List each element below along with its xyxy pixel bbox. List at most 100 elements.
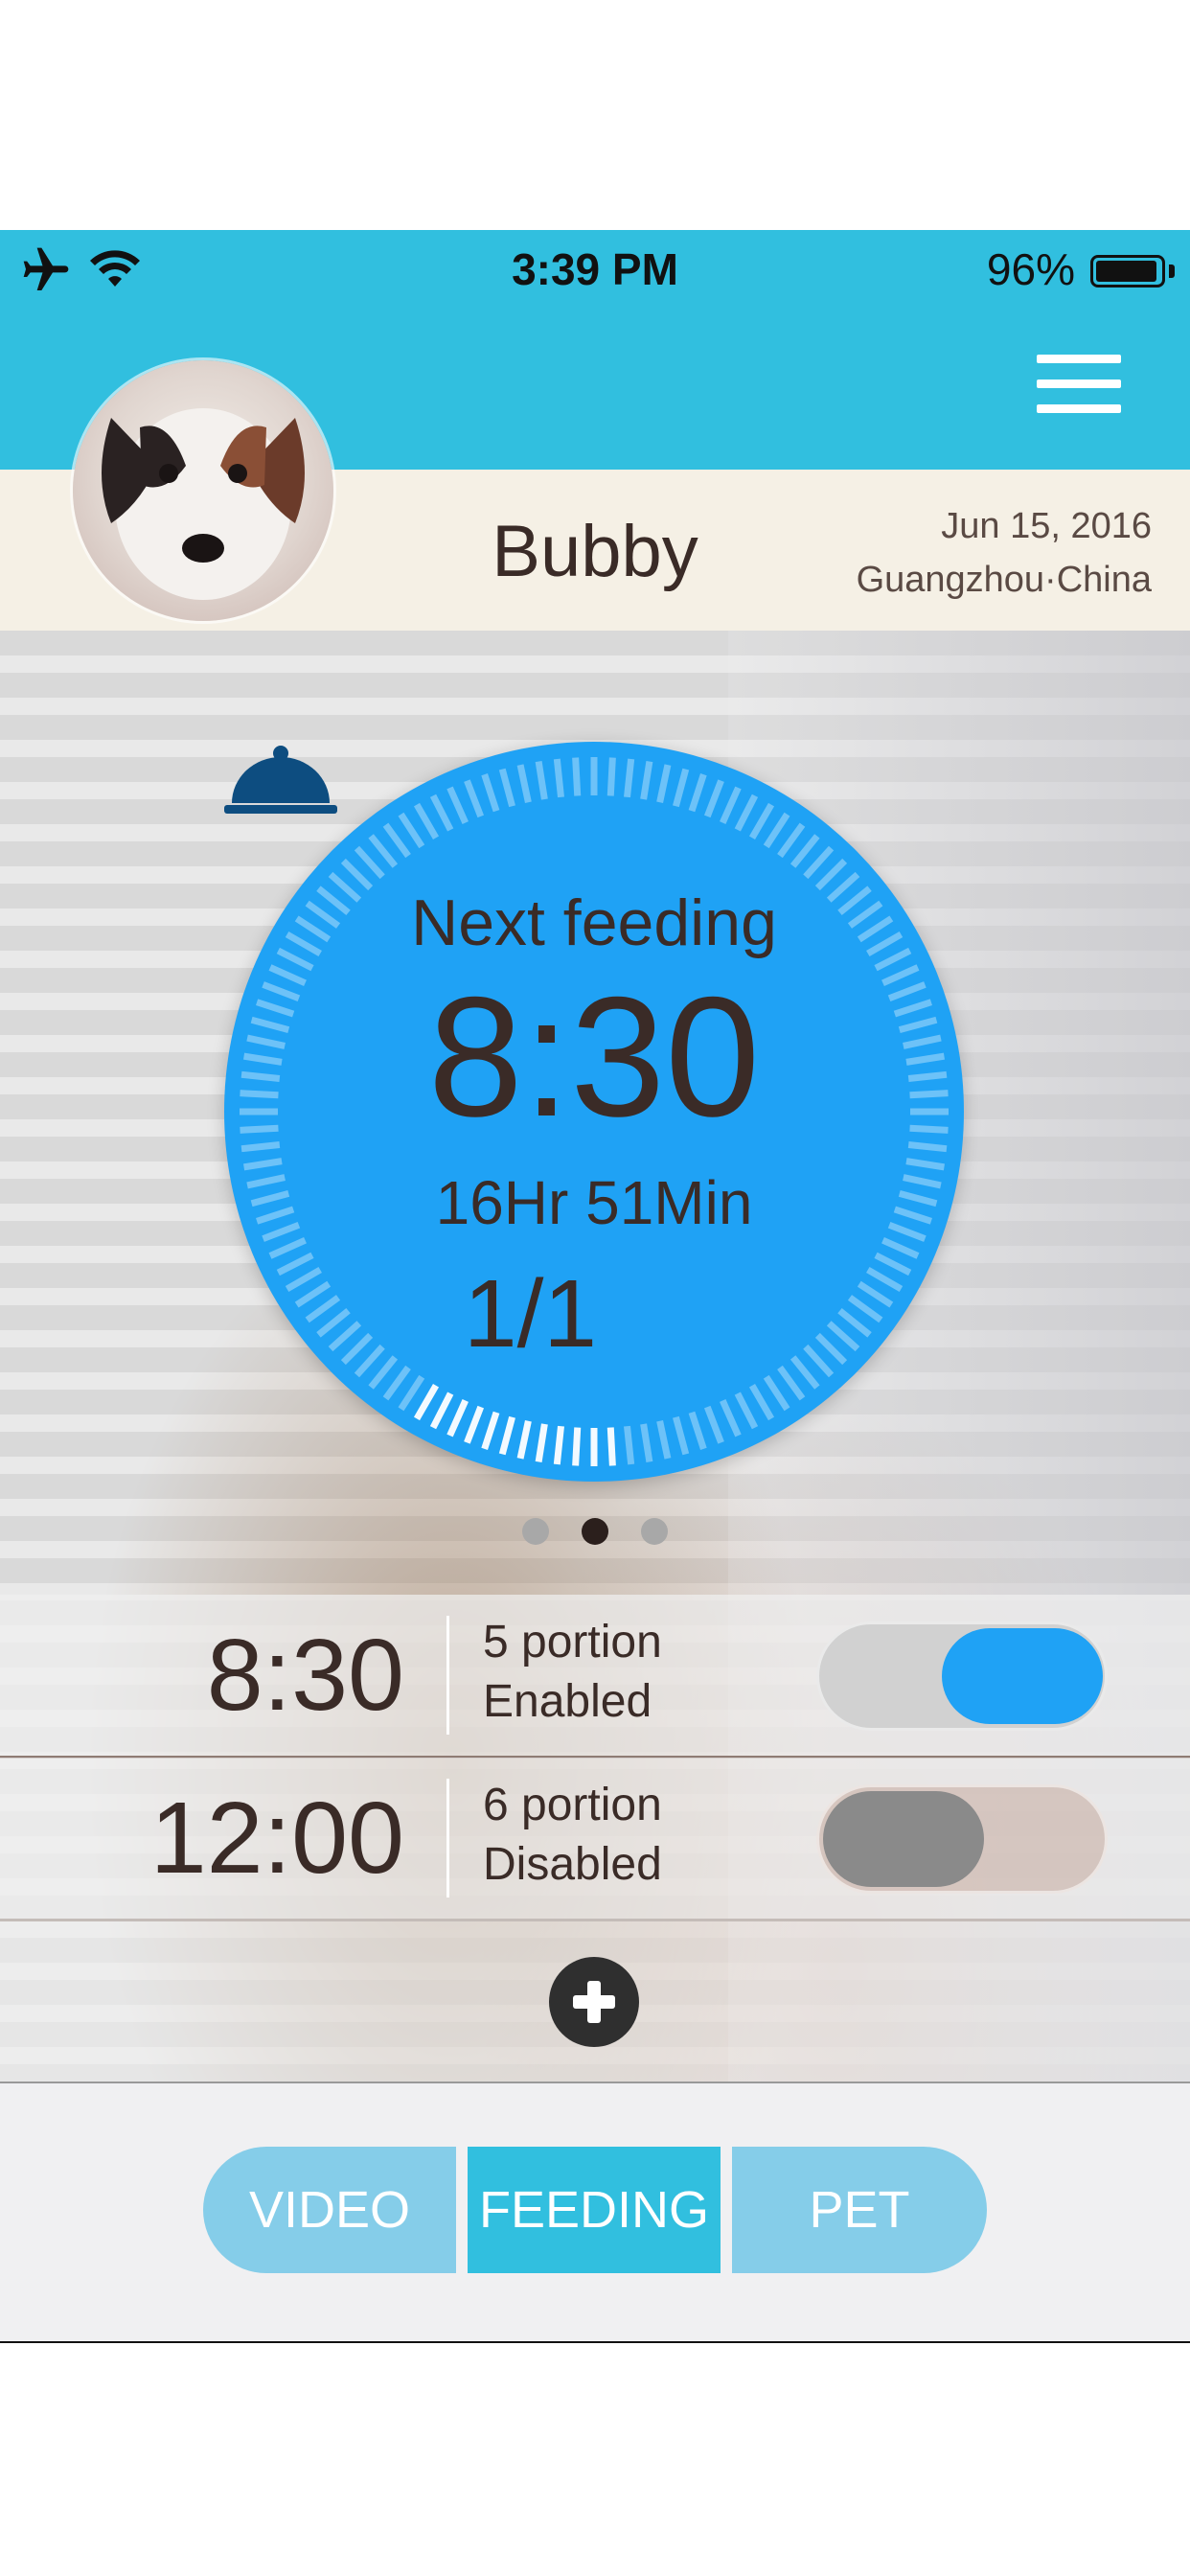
dial-tick [624, 758, 635, 798]
dial-tick [429, 1392, 454, 1430]
dial-tick [734, 794, 759, 832]
tab-pet[interactable]: PET [732, 2147, 987, 2273]
schedule-toggle[interactable] [816, 1784, 1108, 1894]
dial-tick [446, 1399, 469, 1438]
dial-tick [316, 1307, 351, 1338]
bottom-tab-bar: VIDEO FEEDING PET [0, 2083, 1190, 2342]
dial-tick [763, 1374, 790, 1412]
pet-avatar[interactable] [73, 360, 333, 621]
dial-tick [368, 1355, 399, 1390]
toggle-knob [942, 1628, 1103, 1724]
page-dot[interactable] [522, 1518, 549, 1545]
dial-tick [720, 786, 742, 824]
schedule-time: 8:30 [206, 1619, 404, 1732]
dial-tick [243, 1158, 283, 1171]
dial-tick [777, 1365, 806, 1401]
dial-tick [748, 1384, 775, 1421]
dial-tick [673, 1415, 690, 1456]
dial-tick [498, 768, 515, 808]
dial-tick [535, 761, 548, 800]
dial-tick [446, 786, 469, 824]
dial-tick [354, 845, 385, 880]
profile-date: Jun 15, 2016 [941, 506, 1152, 546]
dial-tick [240, 1141, 281, 1153]
dial-tick [688, 773, 707, 813]
dial-tick [748, 802, 775, 840]
dial-tick [276, 1252, 314, 1276]
next-feeding-label: Next feeding [411, 886, 777, 959]
dial-tick [763, 812, 790, 849]
tab-feeding[interactable]: FEEDING [468, 2147, 721, 2273]
add-schedule-area [0, 1919, 1190, 2083]
profile-location: Guangzhou·China [856, 560, 1152, 600]
battery-icon [1090, 255, 1165, 288]
dial-tick [606, 757, 616, 796]
dial-tick [368, 834, 399, 868]
dial-tick [572, 757, 582, 796]
dial-tick [354, 1344, 385, 1378]
hamburger-menu-icon[interactable] [1037, 355, 1121, 414]
dial-tick [606, 1427, 616, 1466]
dial-tick [673, 768, 690, 808]
row-divider [446, 1779, 449, 1898]
dial-tick [803, 1344, 835, 1378]
page-dot[interactable] [582, 1518, 608, 1545]
dial-tick [656, 764, 672, 803]
dial-tick [294, 1280, 332, 1308]
app-screen: 3:39 PM 96% Bubby Jun 15, 2016 Guangzhou… [0, 230, 1190, 2342]
dial-tick [398, 812, 425, 849]
dial-tick [464, 779, 485, 818]
dial-tick [398, 1374, 425, 1412]
dial-tick [734, 1392, 759, 1430]
schedule-row[interactable]: 12:00 6 portion Disabled [0, 1758, 1190, 1921]
dial-tick [553, 1425, 564, 1465]
dial-tick [881, 1237, 920, 1259]
dial-tick [285, 1266, 322, 1293]
next-feeding-dial[interactable]: Next feeding 8:30 16Hr 51Min 1/1 [224, 742, 964, 1482]
dial-tick [790, 1355, 820, 1390]
time-remaining: 16Hr 51Min [435, 1168, 753, 1237]
dial-tick [837, 1307, 872, 1338]
dial-tick [553, 758, 564, 798]
dial-tick [340, 1332, 374, 1366]
dial-tick [777, 822, 806, 859]
dial-tick [481, 1411, 500, 1450]
dial-tick [268, 1237, 307, 1259]
dial-tick [481, 773, 500, 813]
feeding-count: 1/1 [464, 1260, 598, 1368]
schedule-time: 12:00 [149, 1782, 404, 1895]
dial-tick [826, 1321, 860, 1352]
battery-tip [1169, 264, 1175, 278]
dial-tick [429, 794, 454, 832]
dial-tick [382, 1365, 411, 1401]
toggle-knob [823, 1791, 984, 1887]
dial-tick [688, 1411, 707, 1450]
dial-tick [857, 1280, 894, 1308]
dial-tick [413, 802, 440, 840]
dial-tick [382, 822, 411, 859]
schedule-toggle[interactable] [816, 1622, 1108, 1731]
dial-tick [703, 1405, 724, 1444]
page-dot[interactable] [641, 1518, 668, 1545]
dial-tick [535, 1423, 548, 1462]
segmented-tabs: VIDEO FEEDING PET [203, 2147, 987, 2273]
dial-tick [498, 1415, 515, 1456]
tab-video[interactable]: VIDEO [203, 2147, 456, 2273]
dial-tick [516, 1420, 532, 1460]
dial-tick [703, 779, 724, 818]
dial-tick [847, 1295, 883, 1323]
battery-fill [1096, 261, 1157, 282]
dial-tick [874, 1252, 912, 1276]
schedule-portion: 5 portion [483, 1617, 662, 1668]
status-bar: 3:39 PM 96% [0, 230, 1190, 316]
dial-tick [464, 1405, 485, 1444]
screen-bottom-border [0, 2341, 1190, 2343]
dial-tick [803, 845, 835, 880]
dial-tick [413, 1384, 440, 1421]
plus-circle-icon[interactable] [549, 1957, 639, 2047]
schedule-row[interactable]: 8:30 5 portion Enabled [0, 1595, 1190, 1759]
dial-tick [305, 1295, 341, 1323]
dial-tick [656, 1420, 672, 1460]
dial-tick [907, 1141, 948, 1153]
dial-tick [720, 1399, 742, 1438]
